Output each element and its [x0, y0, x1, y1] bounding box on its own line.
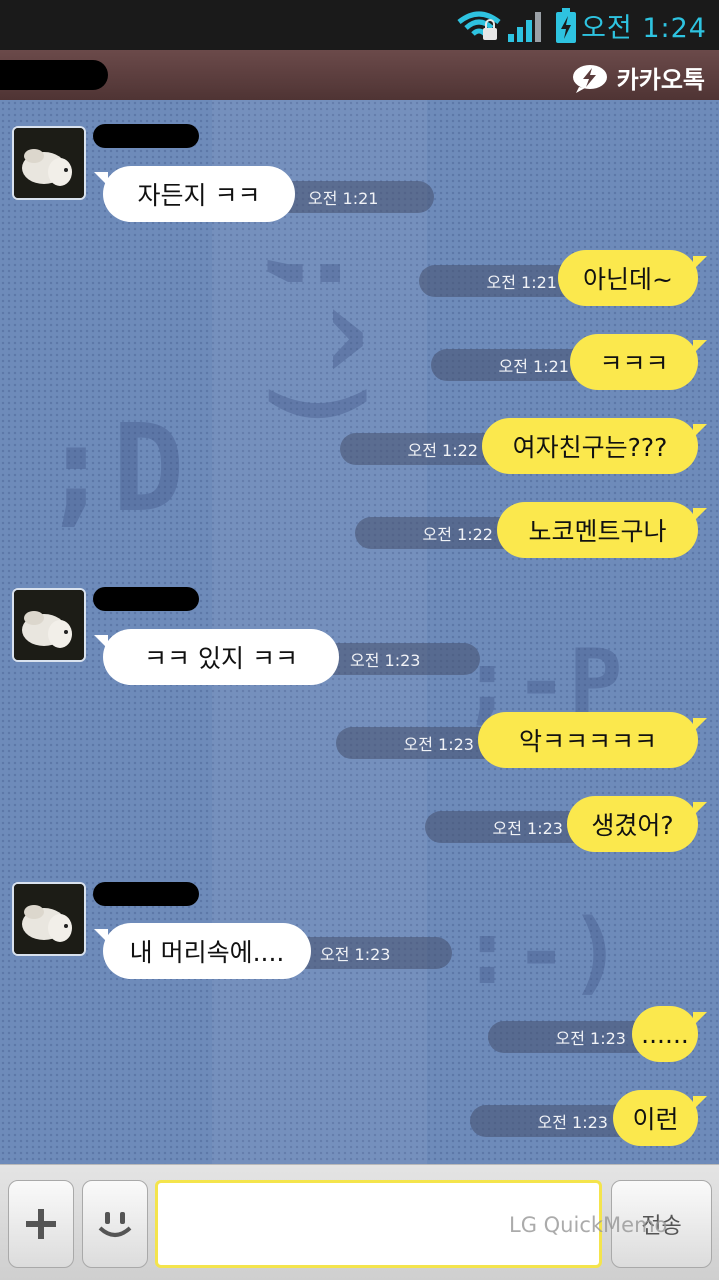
emoticon-button[interactable]: [82, 1180, 148, 1268]
friend-avatar[interactable]: [12, 126, 86, 200]
friend-avatar[interactable]: [12, 882, 86, 956]
signal-icon: [508, 12, 541, 42]
attach-button[interactable]: [8, 1180, 74, 1268]
outgoing-message[interactable]: ㅋㅋㅋ: [570, 334, 707, 390]
bg-emoticon: :-): [460, 900, 623, 1005]
bg-emoticon: ;^): [257, 240, 385, 439]
outgoing-message[interactable]: 아닌데~: [558, 250, 707, 306]
status-time: 오전 1:24: [581, 13, 707, 44]
title-bar: 카카오톡: [0, 50, 719, 101]
rabbit-avatar-icon: [14, 128, 84, 198]
plus-icon: [26, 1209, 56, 1239]
outgoing-message[interactable]: 노코멘트구나: [497, 502, 707, 558]
incoming-message[interactable]: ㅋㅋ 있지 ㅋㅋ: [94, 629, 339, 685]
outgoing-message[interactable]: ......: [632, 1006, 707, 1062]
kakaotalk-logo-icon: [572, 64, 607, 93]
friend-name-redacted: [93, 587, 199, 611]
friend-name-redacted: [93, 124, 199, 148]
smiley-icon: [98, 1212, 132, 1237]
chat-area[interactable]: ;^) ;D ;-P :-) 오전 1:21 자든지 ㅋㅋ 오전 1:21 아닌…: [0, 100, 719, 1164]
battery-charging-icon: [556, 8, 576, 43]
friend-avatar[interactable]: [12, 588, 86, 662]
app-name: 카카오톡: [616, 66, 705, 94]
wifi-icon: [457, 11, 501, 40]
rabbit-avatar-icon: [14, 590, 84, 660]
status-bar: 오전 1:24: [0, 0, 719, 50]
incoming-message[interactable]: 자든지 ㅋㅋ: [94, 166, 295, 222]
friend-name-redacted: [93, 882, 199, 906]
bg-emoticon: ;D: [40, 400, 185, 539]
app-brand: 카카오톡: [571, 60, 705, 95]
quickmemo-watermark: LG QuickMemo: [509, 1213, 668, 1237]
outgoing-message[interactable]: 생겼어?: [567, 796, 707, 852]
incoming-message[interactable]: 내 머리속에....: [94, 923, 311, 979]
outgoing-message[interactable]: 여자친구는???: [482, 418, 707, 474]
outgoing-message[interactable]: 이런: [613, 1090, 707, 1146]
outgoing-message[interactable]: 악ㅋㅋㅋㅋㅋ: [478, 712, 707, 768]
rabbit-avatar-icon: [14, 884, 84, 954]
chat-partner-name-redacted: [0, 60, 108, 90]
